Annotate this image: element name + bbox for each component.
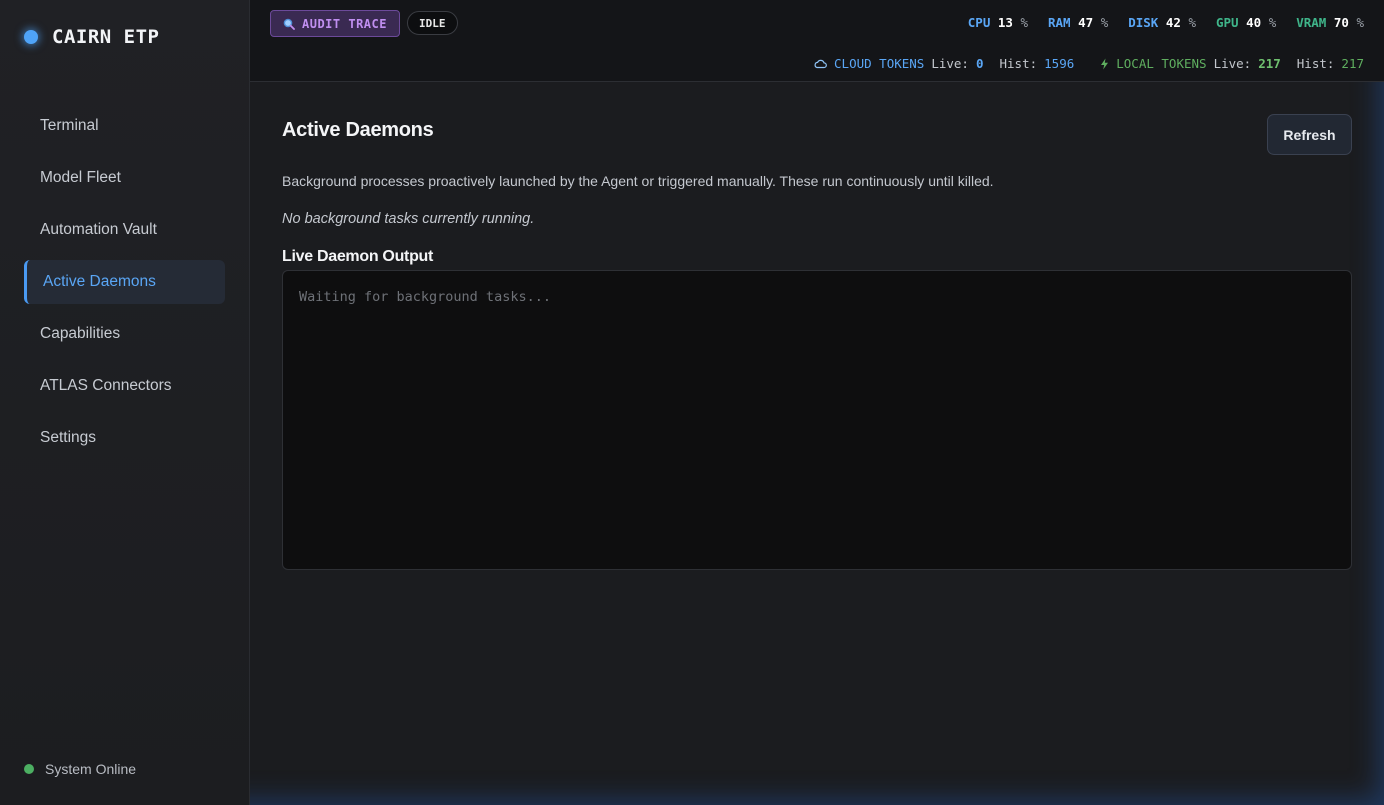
sidebar-item-label: ATLAS Connectors bbox=[40, 377, 172, 394]
local-tokens-label: LOCAL TOKENS bbox=[1116, 56, 1207, 71]
local-live-value: 217 bbox=[1258, 56, 1281, 71]
metric-value: 47 bbox=[1078, 15, 1094, 30]
sidebar: CAIRN ETP Terminal Model Fleet Automatio… bbox=[0, 0, 250, 805]
local-tokens: LOCAL TOKENS Live: 217 Hist: 217 bbox=[1100, 56, 1364, 71]
cloud-icon bbox=[814, 59, 827, 68]
sidebar-item-settings[interactable]: Settings bbox=[24, 416, 225, 460]
metric-unit: % bbox=[1268, 15, 1277, 30]
sidebar-item-label: Settings bbox=[40, 429, 97, 446]
metric-unit: % bbox=[1100, 15, 1109, 30]
metric-key: CPU bbox=[967, 15, 991, 30]
metric-unit: % bbox=[1020, 15, 1028, 30]
status-text: System Online bbox=[45, 761, 137, 777]
cloud-tokens-label: CLOUD TOKENS bbox=[834, 56, 925, 71]
daemon-output-console[interactable]: Waiting for background tasks... bbox=[282, 270, 1352, 570]
system-metrics: CPU 13 % RAM 47 % DISK 42 % GPU 40 % VRA… bbox=[968, 15, 1364, 30]
lightning-icon bbox=[1101, 58, 1109, 69]
sidebar-item-label: Active Daemons bbox=[43, 273, 156, 290]
sidebar-item-automation-vault[interactable]: Automation Vault bbox=[24, 208, 225, 252]
metric-unit: % bbox=[1356, 15, 1364, 30]
main-panel: AUDIT TRACE IDLE CPU 13 % RAM 47 % DISK … bbox=[250, 0, 1384, 805]
metric-gpu: GPU 40 % bbox=[1216, 15, 1276, 30]
token-counters: CLOUD TOKENS Live: 0 Hist: 1596 LOCAL TO… bbox=[814, 56, 1364, 71]
metric-key: DISK bbox=[1128, 15, 1159, 30]
sidebar-item-model-fleet[interactable]: Model Fleet bbox=[24, 156, 225, 200]
sidebar-item-label: Model Fleet bbox=[40, 169, 121, 186]
daemons-content: Active Daemons Refresh Background proces… bbox=[282, 114, 1352, 570]
local-live-label: Live: bbox=[1213, 56, 1252, 71]
cloud-hist-value: 1596 bbox=[1044, 56, 1075, 71]
system-status: System Online bbox=[24, 761, 136, 777]
sidebar-nav: Terminal Model Fleet Automation Vault Ac… bbox=[24, 104, 225, 468]
sidebar-item-label: Terminal bbox=[40, 117, 99, 134]
audit-trace-button[interactable]: AUDIT TRACE bbox=[270, 10, 400, 37]
app-window: CAIRN ETP Terminal Model Fleet Automatio… bbox=[0, 0, 1384, 805]
cloud-live-label: Live: bbox=[931, 56, 969, 71]
metric-disk: DISK 42 % bbox=[1128, 15, 1196, 30]
metric-vram: VRAM 70 % bbox=[1296, 15, 1364, 30]
brand-dot-icon bbox=[24, 30, 38, 44]
output-placeholder: Waiting for background tasks... bbox=[299, 289, 551, 305]
metric-value: 70 bbox=[1333, 15, 1349, 30]
metric-unit: % bbox=[1188, 15, 1196, 30]
sidebar-item-active-daemons[interactable]: Active Daemons bbox=[24, 260, 225, 304]
cloud-tokens: CLOUD TOKENS Live: 0 Hist: 1596 bbox=[814, 56, 1074, 71]
refresh-button[interactable]: Refresh bbox=[1267, 114, 1352, 155]
audit-trace-label: AUDIT TRACE bbox=[302, 16, 387, 31]
top-bar: AUDIT TRACE IDLE CPU 13 % RAM 47 % DISK … bbox=[250, 0, 1384, 82]
page-description: Background processes proactively launche… bbox=[282, 173, 994, 189]
empty-state-text: No background tasks currently running. bbox=[282, 211, 535, 227]
search-icon bbox=[283, 18, 295, 30]
metric-key: RAM bbox=[1048, 15, 1071, 30]
content-header: Active Daemons Refresh bbox=[282, 114, 1352, 155]
sidebar-item-capabilities[interactable]: Capabilities bbox=[24, 312, 225, 356]
cloud-live-value: 0 bbox=[975, 56, 984, 71]
sidebar-item-label: Automation Vault bbox=[40, 221, 157, 238]
local-hist-value: 217 bbox=[1341, 56, 1364, 71]
metric-value: 42 bbox=[1165, 15, 1181, 30]
brand: CAIRN ETP bbox=[24, 26, 159, 48]
status-badge: IDLE bbox=[407, 11, 458, 35]
metric-key: VRAM bbox=[1296, 15, 1327, 30]
output-section-title: Live Daemon Output bbox=[282, 248, 434, 265]
status-dot-icon bbox=[24, 764, 34, 774]
sidebar-item-atlas-connectors[interactable]: ATLAS Connectors bbox=[24, 364, 225, 408]
metric-cpu: CPU 13 % bbox=[968, 15, 1028, 30]
sidebar-item-label: Capabilities bbox=[40, 325, 121, 342]
app-title: CAIRN ETP bbox=[52, 26, 160, 48]
local-hist-label: Hist: bbox=[1296, 56, 1335, 71]
metric-value: 13 bbox=[997, 15, 1013, 30]
sidebar-item-terminal[interactable]: Terminal bbox=[24, 104, 225, 148]
metric-ram: RAM 47 % bbox=[1048, 15, 1108, 30]
metric-key: GPU bbox=[1216, 15, 1239, 30]
metric-value: 40 bbox=[1246, 15, 1262, 30]
page-title: Active Daemons bbox=[282, 119, 434, 141]
cloud-hist-label: Hist: bbox=[999, 56, 1038, 71]
